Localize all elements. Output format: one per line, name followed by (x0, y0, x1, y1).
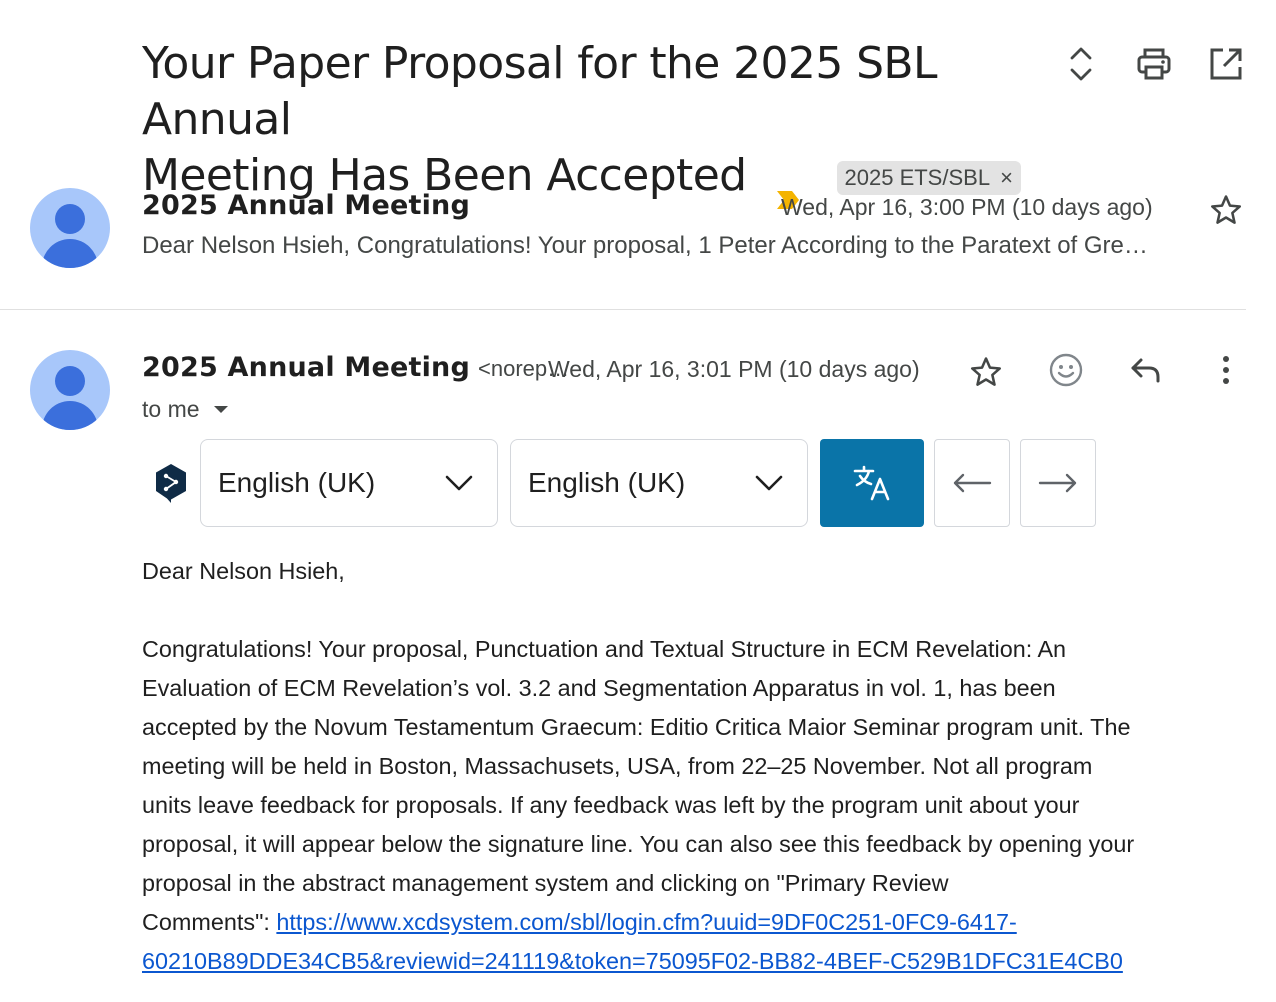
message-body: Congratulations! Your proposal, Punctuat… (142, 630, 1252, 981)
reply-icon[interactable] (1126, 350, 1166, 390)
target-language-value: English (UK) (528, 467, 686, 498)
body-line-link-continued: 60210B89DDE34CB5&reviewid=241119&token=7… (142, 942, 1252, 981)
body-line: accepted by the Novum Testamentum Graecu… (142, 714, 1131, 740)
source-language-select[interactable]: English (UK) (200, 439, 498, 527)
source-language-value: English (UK) (218, 467, 376, 498)
open-in-new-window-icon[interactable] (1206, 44, 1246, 84)
body-line: meeting will be held in Boston, Massachu… (142, 753, 1093, 779)
next-translation-button[interactable] (1020, 439, 1096, 527)
arrow-right-icon (1038, 473, 1077, 493)
star-icon[interactable] (1206, 190, 1246, 230)
sender-name[interactable]: 2025 Annual Meeting (142, 352, 470, 383)
body-line: Congratulations! Your proposal, Punctuat… (142, 636, 1067, 662)
message-divider (0, 309, 1246, 310)
translate-icon (853, 465, 890, 501)
translate-button[interactable] (820, 439, 924, 527)
body-line: units leave feedback for proposals. If a… (142, 792, 1080, 818)
recipient-details-toggle[interactable]: to me (142, 396, 228, 423)
sender-avatar (30, 188, 110, 268)
link-prefix-text: Comments": (142, 909, 277, 935)
star-icon[interactable] (966, 352, 1006, 392)
body-line: proposal in the abstract management syst… (142, 870, 949, 896)
collapsed-sender-name[interactable]: 2025 Annual Meeting (142, 190, 470, 221)
email-subject: Your Paper Proposal for the 2025 SBL Ann… (142, 36, 1042, 209)
label-chip[interactable]: 2025 ETS/SBL × (836, 161, 1021, 195)
chevron-down-icon (213, 406, 228, 413)
chevron-down-icon (755, 475, 783, 491)
print-icon[interactable] (1134, 44, 1174, 84)
expand-collapse-icon[interactable] (1061, 44, 1101, 84)
collapsed-message-date: Wed, Apr 16, 3:00 PM (10 days ago) (781, 194, 1153, 220)
recipient-label: to me (142, 396, 200, 422)
review-comments-link-continued[interactable]: 60210B89DDE34CB5&reviewid=241119&token=7… (142, 948, 1123, 974)
label-chip-text: 2025 ETS/SBL (844, 165, 991, 190)
more-options-icon[interactable] (1206, 350, 1246, 390)
importance-marker-icon[interactable] (775, 168, 801, 209)
subject-line-1: Your Paper Proposal for the 2025 SBL Ann… (142, 38, 938, 145)
body-line: proposal, it will appear below the signa… (142, 831, 1135, 857)
greeting: Dear Nelson Hsieh, (142, 558, 345, 584)
arrow-left-icon (953, 473, 992, 493)
previous-translation-button[interactable] (934, 439, 1010, 527)
message-date: Wed, Apr 16, 3:01 PM (10 days ago) (548, 356, 920, 382)
emoji-reaction-icon[interactable] (1046, 350, 1086, 390)
chevron-down-icon (445, 475, 473, 491)
target-language-select[interactable]: English (UK) (510, 439, 808, 527)
sender-avatar (30, 350, 110, 430)
remove-label-icon[interactable]: × (1000, 161, 1013, 195)
body-line: Evaluation of ECM Revelation’s vol. 3.2 … (142, 675, 1056, 701)
sender-row: 2025 Annual Meeting <norep… (142, 352, 569, 383)
body-line-with-link: Comments": https://www.xcdsystem.com/sbl… (142, 903, 1252, 942)
review-comments-link[interactable]: https://www.xcdsystem.com/sbl/login.cfm?… (276, 909, 1016, 935)
collapsed-message-snippet[interactable]: Dear Nelson Hsieh, Congratulations! Your… (142, 232, 1234, 260)
deepl-logo-icon (154, 463, 188, 508)
